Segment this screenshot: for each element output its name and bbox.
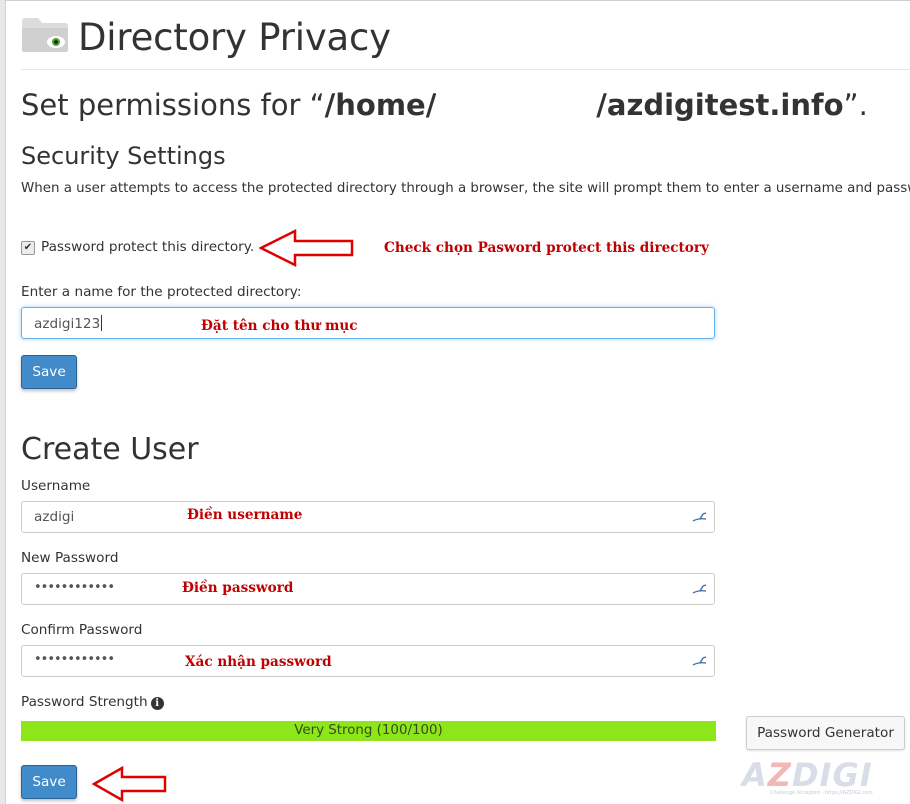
protected-name-value: azdigi123 <box>34 315 103 332</box>
azdigi-logo-text: AZDIGI <box>742 756 873 794</box>
azdigi-logo-tagline: Challenge Accepted - https://AZDIGI.com <box>770 790 873 796</box>
autofill-key-icon[interactable] <box>692 582 708 596</box>
annotation-arrow-checkbox <box>259 228 354 268</box>
username-value: azdigi <box>34 509 75 525</box>
azdigi-logo: AZDIGI Challenge Accepted - https://AZDI… <box>742 756 892 800</box>
path-start: /home/ <box>324 88 437 122</box>
new-password-label: New Password <box>21 550 119 566</box>
annotation-confirm-note: Xác nhận password <box>185 654 332 670</box>
password-protect-checkbox[interactable]: ✔ <box>21 241 35 255</box>
left-edge <box>0 0 6 804</box>
annotation-name-note: Đặt tên cho thư mục <box>201 318 358 334</box>
annotation-arrow-save <box>92 765 167 803</box>
permissions-prefix: Set permissions for “ <box>21 88 325 122</box>
confirm-password-input[interactable]: •••••••••••• <box>21 645 715 677</box>
permissions-suffix: ”. <box>843 88 868 122</box>
new-password-input[interactable]: •••••••••••• <box>21 573 715 605</box>
annotation-checkbox-note: Check chọn Pasword protect this director… <box>384 240 709 256</box>
autofill-key-icon[interactable] <box>692 510 708 524</box>
create-user-heading: Create User <box>21 432 199 467</box>
password-protect-label[interactable]: Password protect this directory. <box>41 239 254 255</box>
confirm-password-label: Confirm Password <box>21 622 143 638</box>
path-end: /azdigitest.info <box>596 88 844 122</box>
title-divider <box>21 69 910 70</box>
save-directory-button[interactable]: Save <box>21 355 77 389</box>
annotation-password-note: Điền password <box>182 580 294 596</box>
protected-name-label: Enter a name for the protected directory… <box>21 284 302 300</box>
folder-eye-icon <box>22 18 68 52</box>
protected-name-input[interactable]: azdigi123 <box>21 307 715 339</box>
permissions-heading: Set permissions for “/home/ /azdigitest.i… <box>21 88 868 122</box>
confirm-password-value: •••••••••••• <box>34 652 115 667</box>
redacted-username <box>436 93 597 121</box>
annotation-username-note: Điền username <box>187 507 303 523</box>
username-input[interactable]: azdigi <box>21 501 715 533</box>
top-border <box>5 0 910 1</box>
password-generator-button[interactable]: Password Generator <box>746 716 905 750</box>
username-label: Username <box>21 478 91 494</box>
security-description: When a user attempts to access the prote… <box>21 181 910 196</box>
password-strength-bar: Very Strong (100/100) <box>21 721 716 741</box>
password-strength-label: Password Strength i <box>21 694 164 710</box>
password-strength-text: Very Strong (100/100) <box>294 723 443 738</box>
new-password-value: •••••••••••• <box>34 580 115 595</box>
autofill-key-icon[interactable] <box>692 654 708 668</box>
security-settings-heading: Security Settings <box>21 142 226 170</box>
info-icon[interactable]: i <box>150 697 164 710</box>
save-user-button[interactable]: Save <box>21 765 77 799</box>
page-title: Directory Privacy <box>78 16 391 59</box>
